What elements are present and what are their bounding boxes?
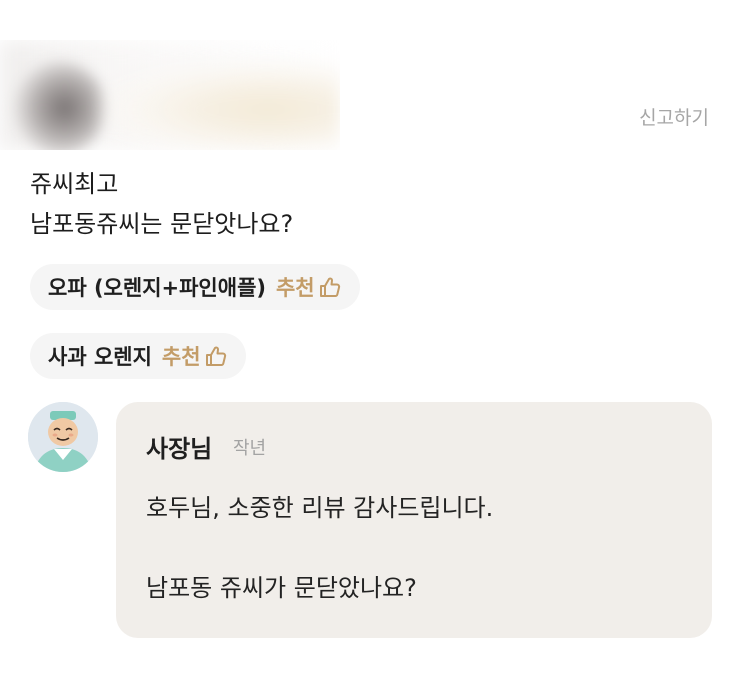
menu-tag-name: 사과 오렌지 [48,345,152,369]
reply-line: 남포동 쥬씨가 문닫았나요? [146,574,417,602]
menu-tag-name: 오파 (오렌지+파인애플) [48,276,266,300]
menu-tag[interactable]: 사과 오렌지 추천 [30,333,246,379]
thumbs-up-icon [204,345,228,367]
reply-author: 사장님 [146,435,213,463]
menu-tag-recommend: 추천 [161,345,201,369]
reply-line-gap [146,528,686,568]
blurred-reviewer-header [0,40,340,150]
menu-tag[interactable]: 오파 (오렌지+파인애플) 추천 [30,264,360,310]
menu-tag-recommend: 추천 [275,276,315,300]
owner-avatar[interactable] [28,402,98,472]
review-body: 쥬씨최고 남포동쥬씨는 문닫앗나요? [30,164,293,244]
review-line: 쥬씨최고 [30,170,119,198]
owner-reply: 사장님 작년 호두님, 소중한 리뷰 감사드립니다. 남포동 쥬씨가 문닫았나요… [116,402,712,638]
thumbs-up-icon [318,276,342,298]
review-line: 남포동쥬씨는 문닫앗나요? [30,210,294,238]
review-card: 신고하기 쥬씨최고 남포동쥬씨는 문닫앗나요? 오파 (오렌지+파인애플) 추천… [0,0,740,689]
reviewer-meta [100,60,340,150]
reply-body: 호두님, 소중한 리뷰 감사드립니다. 남포동 쥬씨가 문닫았나요? [146,488,686,608]
reviewer-avatar[interactable] [14,62,106,150]
reply-time: 작년 [233,438,267,459]
report-link[interactable]: 신고하기 [639,103,709,130]
reply-line: 호두님, 소중한 리뷰 감사드립니다. [146,494,494,522]
